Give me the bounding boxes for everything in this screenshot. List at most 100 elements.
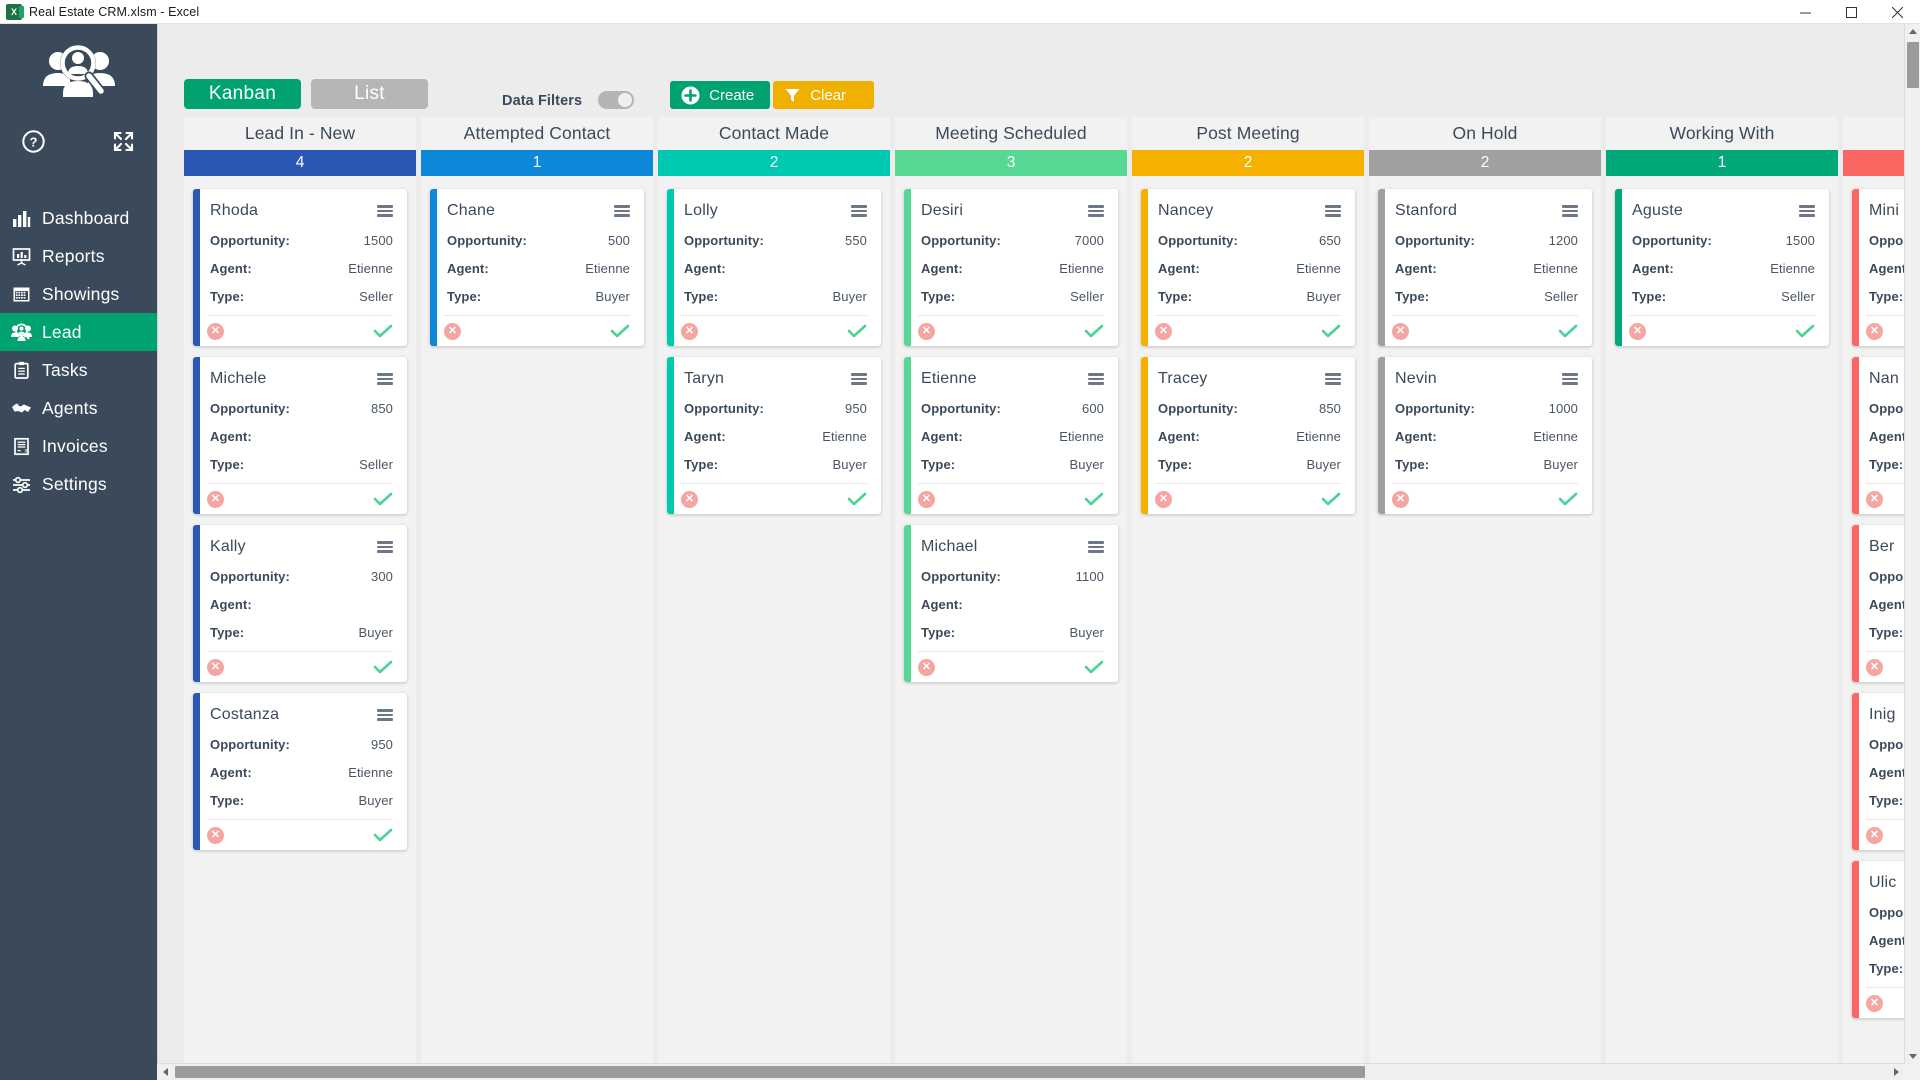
check-icon[interactable] [847,492,867,506]
sidebar-item-invoices[interactable]: x Invoices [0,427,157,465]
help-circle-icon[interactable]: ? [22,129,45,153]
delete-circle-icon[interactable]: ✕ [207,322,224,340]
hamburger-menu-icon[interactable] [377,205,393,217]
delete-circle-icon[interactable]: ✕ [918,490,935,508]
delete-circle-icon[interactable]: ✕ [1866,826,1883,844]
lead-card[interactable]: Michele Opportunity: 850 Agent: Type: Seller ✕ [193,357,407,514]
hamburger-menu-icon[interactable] [1562,373,1578,385]
delete-circle-icon[interactable]: ✕ [681,322,698,340]
card-accent-bar [667,357,674,514]
hamburger-menu-icon[interactable] [1088,205,1104,217]
hamburger-menu-icon[interactable] [1325,373,1341,385]
check-icon[interactable] [373,492,393,506]
hamburger-menu-icon[interactable] [1325,205,1341,217]
column-card-list: Lolly Opportunity: 550 Agent: Type: Buyer ✕ Tar… [658,176,890,1080]
sidebar-item-reports[interactable]: Reports [0,237,157,275]
hamburger-menu-icon[interactable] [1088,373,1104,385]
check-icon[interactable] [1084,324,1104,338]
sidebar-item-settings[interactable]: Settings [0,465,157,503]
lead-card[interactable]: Costanza Opportunity: 950 Agent: Etienne Type… [193,693,407,850]
hamburger-menu-icon[interactable] [1562,205,1578,217]
delete-circle-icon[interactable]: ✕ [1392,490,1409,508]
check-icon[interactable] [1558,492,1578,506]
delete-circle-icon[interactable]: ✕ [918,658,935,676]
delete-circle-icon[interactable]: ✕ [1866,658,1883,676]
delete-circle-icon[interactable]: ✕ [444,322,461,340]
maximize-button[interactable] [1828,0,1874,24]
hamburger-menu-icon[interactable] [377,373,393,385]
lead-card[interactable]: Etienne Opportunity: 600 Agent: Etienne Type:… [904,357,1118,514]
opportunity-value: 850 [1319,401,1341,416]
create-button[interactable]: Create [670,81,771,109]
clear-button[interactable]: Clear [773,81,875,109]
check-icon[interactable] [373,828,393,842]
sidebar-item-lead[interactable]: Lead [0,313,157,351]
check-icon[interactable] [1084,492,1104,506]
delete-circle-icon[interactable]: ✕ [1155,322,1172,340]
delete-circle-icon[interactable]: ✕ [1629,322,1646,340]
lead-card[interactable]: Lolly Opportunity: 550 Agent: Type: Buyer ✕ [667,189,881,346]
horizontal-scroll-thumb[interactable] [175,1066,1365,1078]
expand-fullscreen-icon[interactable] [112,130,135,153]
lead-card[interactable]: Taryn Opportunity: 950 Agent: Etienne Type: Bu… [667,357,881,514]
data-filters-toggle[interactable] [598,91,635,109]
lead-card[interactable]: Desiri Opportunity: 7000 Agent: Etienne Type:… [904,189,1118,346]
check-icon[interactable] [373,660,393,674]
sidebar-item-agents[interactable]: Agents [0,389,157,427]
column-title: Lead In - New [184,117,416,150]
check-icon[interactable] [1084,660,1104,674]
delete-circle-icon[interactable]: ✕ [207,490,224,508]
hamburger-menu-icon[interactable] [614,205,630,217]
check-icon[interactable] [1795,324,1815,338]
vertical-scroll-thumb[interactable] [1907,42,1919,88]
check-icon[interactable] [1321,324,1341,338]
column-card-list: Stanford Opportunity: 1200 Agent: Etienne Typ… [1369,176,1601,1080]
lead-name: Mini [1869,202,1900,219]
delete-circle-icon[interactable]: ✕ [207,658,224,676]
sidebar-item-showings[interactable]: Showings [0,275,157,313]
lead-card[interactable]: Chane Opportunity: 500 Agent: Etienne Type: Bu… [430,189,644,346]
check-icon[interactable] [1321,492,1341,506]
check-icon[interactable] [1558,324,1578,338]
lead-card[interactable]: Nevin Opportunity: 1000 Agent: Etienne Type: B… [1378,357,1592,514]
lead-card[interactable]: Michael Opportunity: 1100 Agent: Type: Buyer ✕ [904,525,1118,682]
lead-name: Nevin [1395,370,1437,387]
lead-card[interactable]: Stanford Opportunity: 1200 Agent: Etienne Typ… [1378,189,1592,346]
scroll-up-arrow[interactable] [1905,24,1920,40]
lead-card[interactable]: Kally Opportunity: 300 Agent: Type: Buyer ✕ [193,525,407,682]
delete-circle-icon[interactable]: ✕ [918,322,935,340]
scroll-right-arrow[interactable] [1887,1064,1904,1080]
lead-card[interactable]: Aguste Opportunity: 1500 Agent: Etienne Type:… [1615,189,1829,346]
hamburger-menu-icon[interactable] [851,205,867,217]
type-row: Type: Buyer [447,289,630,304]
scroll-left-arrow[interactable] [157,1064,174,1080]
delete-circle-icon[interactable]: ✕ [681,490,698,508]
delete-circle-icon[interactable]: ✕ [1866,490,1883,508]
lead-card[interactable]: Tracey Opportunity: 850 Agent: Etienne Type: B… [1141,357,1355,514]
check-icon[interactable] [373,324,393,338]
sidebar-item-tasks[interactable]: Tasks [0,351,157,389]
lead-name: Taryn [684,370,725,387]
view-tab-list[interactable]: List [311,79,428,109]
close-button[interactable] [1874,0,1920,24]
delete-circle-icon[interactable]: ✕ [1155,490,1172,508]
delete-circle-icon[interactable]: ✕ [1392,322,1409,340]
vertical-scrollbar[interactable] [1904,24,1920,1064]
sidebar-item-dashboard[interactable]: Dashboard [0,199,157,237]
hamburger-menu-icon[interactable] [851,373,867,385]
hamburger-menu-icon[interactable] [377,541,393,553]
lead-card[interactable]: Rhoda Opportunity: 1500 Agent: Etienne Type: S… [193,189,407,346]
delete-circle-icon[interactable]: ✕ [1866,994,1883,1012]
minimize-button[interactable] [1782,0,1828,24]
view-tab-kanban[interactable]: Kanban [184,79,301,109]
hamburger-menu-icon[interactable] [1799,205,1815,217]
scroll-down-arrow[interactable] [1905,1048,1920,1064]
hamburger-menu-icon[interactable] [1088,541,1104,553]
delete-circle-icon[interactable]: ✕ [207,826,224,844]
check-icon[interactable] [847,324,867,338]
lead-card[interactable]: Nancey Opportunity: 650 Agent: Etienne Type: B… [1141,189,1355,346]
hamburger-menu-icon[interactable] [377,709,393,721]
check-icon[interactable] [610,324,630,338]
delete-circle-icon[interactable]: ✕ [1866,322,1883,340]
horizontal-scrollbar[interactable] [157,1063,1904,1080]
